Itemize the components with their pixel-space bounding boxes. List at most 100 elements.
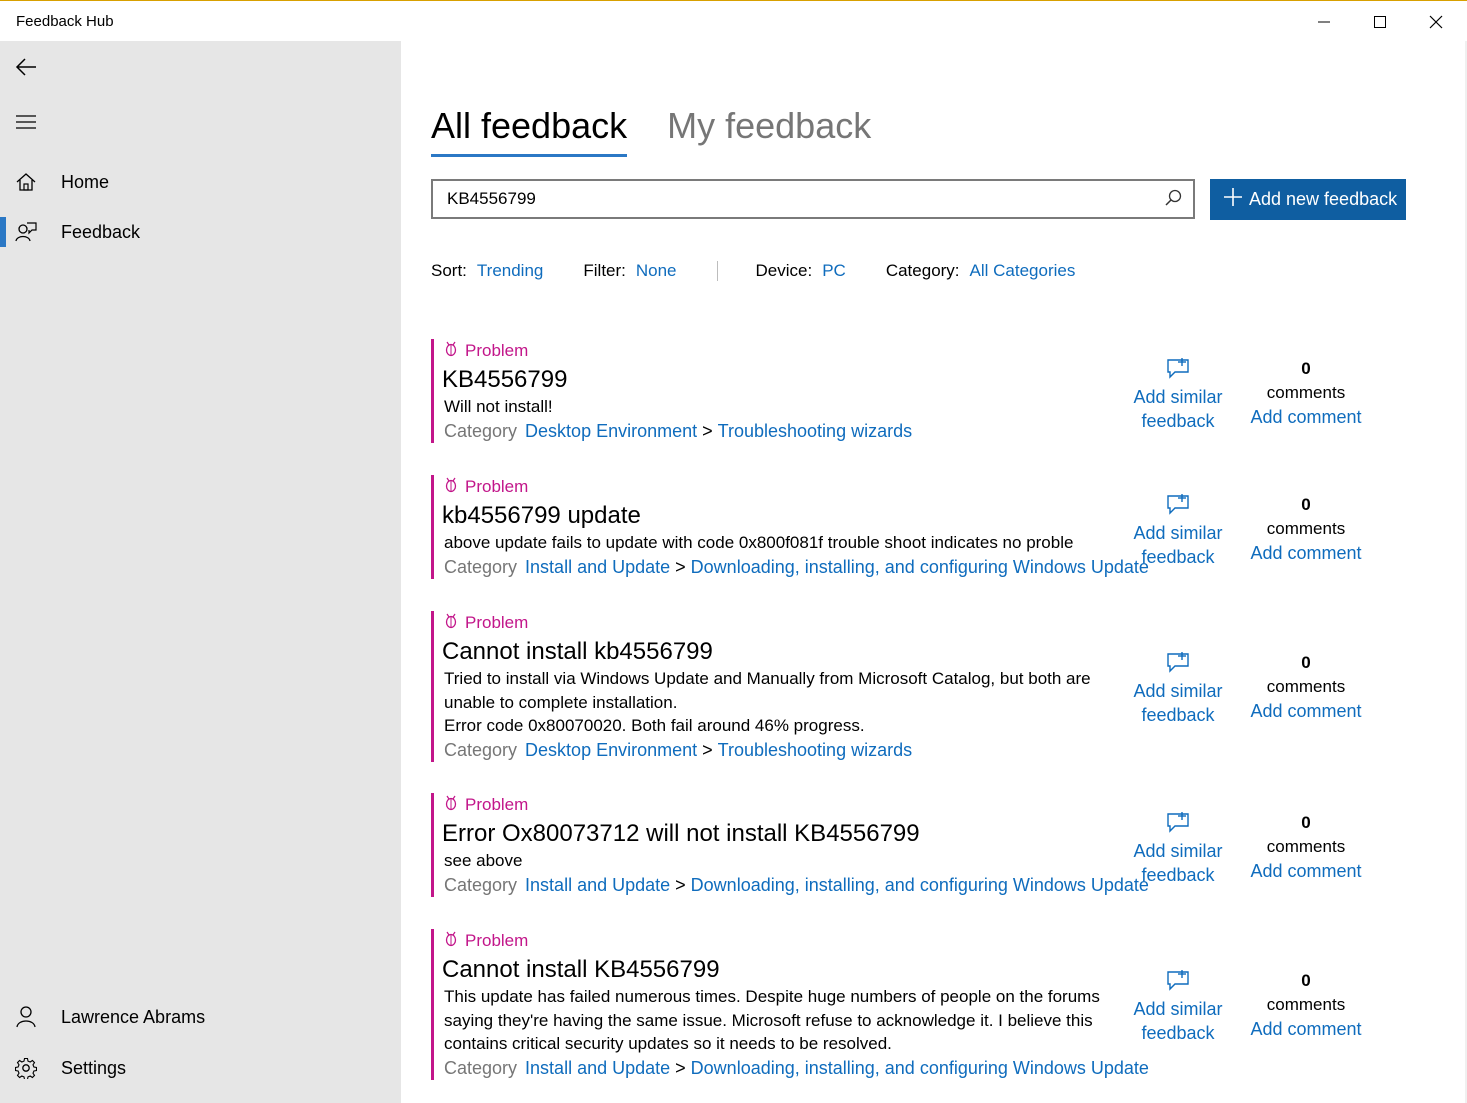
category-key: Category — [444, 556, 518, 577]
add-comment-link[interactable]: Add comment — [1236, 1017, 1376, 1041]
add-similar-feedback-button[interactable]: Add similar feedback — [1123, 961, 1233, 1045]
sidebar-item-label: Feedback — [61, 221, 141, 242]
tab-all-feedback[interactable]: All feedback — [431, 105, 628, 157]
bug-icon — [442, 795, 465, 816]
home-icon — [0, 159, 52, 205]
breadcrumb-separator: > — [675, 874, 686, 895]
add-similar-label: Add similar feedback — [1133, 999, 1223, 1043]
plus-icon — [1223, 187, 1243, 212]
back-button[interactable] — [0, 47, 52, 87]
comment-count: 0 — [1301, 971, 1311, 990]
tab-my-feedback[interactable]: My feedback — [667, 105, 871, 153]
search-box — [431, 179, 1195, 219]
comments-block: 0 comments Add comment — [1236, 357, 1376, 429]
category-link[interactable]: Install and Update — [525, 557, 670, 577]
comments-label: comments — [1266, 677, 1346, 696]
comments-block: 0 comments Add comment — [1236, 493, 1376, 565]
bug-icon — [442, 931, 465, 952]
category-link[interactable]: Install and Update — [525, 1058, 670, 1078]
category-key: Category — [444, 420, 518, 441]
comments-label: comments — [1266, 383, 1346, 402]
device-dropdown[interactable]: PC — [822, 261, 846, 281]
breadcrumb-separator: > — [675, 1057, 686, 1078]
category-key: Category — [444, 1057, 518, 1078]
comments-block: 0 comments Add comment — [1236, 969, 1376, 1041]
add-similar-feedback-button[interactable]: Add similar feedback — [1123, 485, 1233, 569]
feedback-kind: Problem — [465, 795, 529, 814]
add-similar-feedback-button[interactable]: Add similar feedback — [1123, 643, 1233, 727]
minimize-icon — [1318, 21, 1330, 22]
filter-bar: Sort: Trending Filter: None Device: PC C… — [431, 261, 1075, 281]
add-similar-label: Add similar feedback — [1133, 681, 1223, 725]
category-dropdown[interactable]: All Categories — [970, 261, 1076, 281]
comment-count: 0 — [1301, 359, 1311, 378]
hamburger-icon — [16, 115, 36, 129]
bug-icon — [442, 341, 465, 362]
add-comment-link[interactable]: Add comment — [1236, 405, 1376, 429]
feedback-description: see above — [444, 851, 523, 870]
add-similar-feedback-button[interactable]: Add similar feedback — [1123, 803, 1233, 887]
sidebar-item-account[interactable]: Lawrence Abrams — [0, 994, 401, 1040]
breadcrumb-separator: > — [702, 420, 713, 441]
feedback-description: Tried to install via Windows Update and … — [444, 669, 1091, 735]
title-bar: Feedback Hub — [0, 0, 1467, 41]
maximize-button[interactable] — [1352, 1, 1408, 42]
add-similar-icon — [1123, 961, 1233, 991]
close-button[interactable] — [1408, 1, 1464, 42]
category-label: Category: — [885, 261, 960, 280]
comments-label: comments — [1266, 837, 1346, 856]
add-new-feedback-button[interactable]: Add new feedback — [1210, 179, 1406, 220]
sidebar-item-settings[interactable]: Settings — [0, 1045, 401, 1091]
category-link[interactable]: Desktop Environment — [525, 740, 697, 760]
device-label: Device: — [755, 261, 813, 280]
sidebar-item-home[interactable]: Home — [0, 159, 401, 205]
filter-dropdown[interactable]: None — [636, 261, 677, 281]
gear-icon — [0, 1045, 52, 1091]
add-comment-link[interactable]: Add comment — [1236, 859, 1376, 883]
sidebar-item-feedback[interactable]: Feedback — [0, 209, 401, 255]
minimize-button[interactable] — [1296, 1, 1352, 42]
add-similar-icon — [1123, 643, 1233, 673]
search-input[interactable] — [433, 181, 1133, 217]
subcategory-link[interactable]: Downloading, installing, and configuring… — [691, 557, 1149, 577]
sidebar: Home Feedback Lawrence Abrams Settings — [0, 41, 401, 1103]
add-similar-label: Add similar feedback — [1133, 387, 1223, 431]
add-comment-link[interactable]: Add comment — [1236, 541, 1376, 565]
hamburger-menu-button[interactable] — [0, 102, 52, 142]
sort-label: Sort: — [431, 261, 467, 280]
subcategory-link[interactable]: Downloading, installing, and configuring… — [691, 1058, 1149, 1078]
comments-block: 0 comments Add comment — [1236, 811, 1376, 883]
comments-label: comments — [1266, 519, 1346, 538]
feedback-kind: Problem — [465, 613, 529, 632]
add-similar-feedback-button[interactable]: Add similar feedback — [1123, 349, 1233, 433]
sort-dropdown[interactable]: Trending — [477, 261, 543, 281]
add-similar-icon — [1123, 485, 1233, 515]
subcategory-link[interactable]: Troubleshooting wizards — [718, 740, 912, 760]
add-new-feedback-label: Add new feedback — [1249, 189, 1398, 209]
comments-label: comments — [1266, 995, 1346, 1014]
breadcrumb-separator: > — [702, 739, 713, 760]
category-link[interactable]: Install and Update — [525, 875, 670, 895]
add-comment-link[interactable]: Add comment — [1236, 699, 1376, 723]
comment-count: 0 — [1301, 653, 1311, 672]
feedback-description: This update has failed numerous times. D… — [444, 987, 1100, 1053]
person-icon — [0, 994, 52, 1040]
subcategory-link[interactable]: Troubleshooting wizards — [718, 421, 912, 441]
comments-block: 0 comments Add comment — [1236, 651, 1376, 723]
add-similar-label: Add similar feedback — [1133, 841, 1223, 885]
back-arrow-icon — [15, 58, 36, 76]
tab-bar: All feedback My feedback — [431, 105, 911, 157]
add-similar-label: Add similar feedback — [1133, 523, 1223, 567]
search-icon[interactable] — [1165, 189, 1183, 212]
category-link[interactable]: Desktop Environment — [525, 421, 697, 441]
filter-divider — [716, 261, 718, 281]
comment-count: 0 — [1301, 813, 1311, 832]
main-content: All feedback My feedback Add new feedbac… — [401, 41, 1467, 1103]
window-title: Feedback Hub — [16, 13, 114, 30]
subcategory-link[interactable]: Downloading, installing, and configuring… — [691, 875, 1149, 895]
close-icon — [1429, 15, 1443, 28]
sidebar-item-label: Lawrence Abrams — [61, 1006, 206, 1027]
add-similar-icon — [1123, 349, 1233, 379]
feedback-description: Will not install! — [444, 397, 553, 416]
maximize-icon — [1374, 15, 1386, 28]
